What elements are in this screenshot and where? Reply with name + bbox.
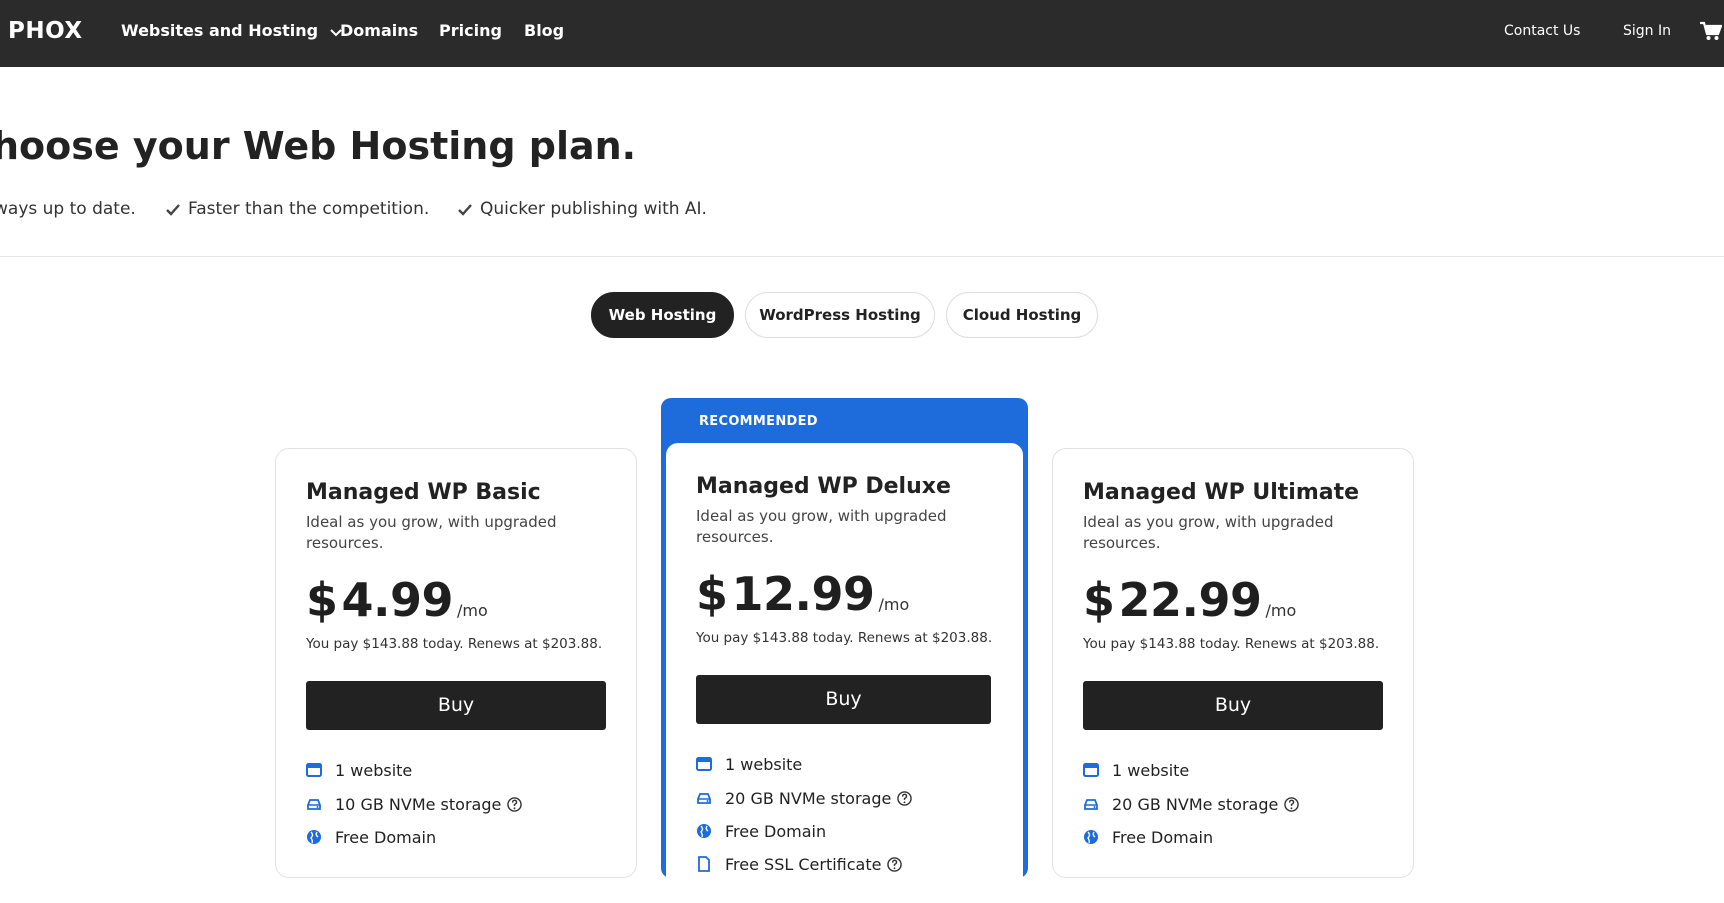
feature-item: 1 website xyxy=(696,755,803,774)
browser-window-icon xyxy=(696,756,712,776)
nav-item-label: Websites and Hosting xyxy=(121,21,319,40)
perk-text: Faster than the competition. xyxy=(188,199,430,219)
browser-window-icon xyxy=(306,762,322,782)
check-icon xyxy=(458,201,472,221)
feature-text: 20 GB NVMe storage xyxy=(725,789,892,808)
feature-item: 20 GB NVMe storage xyxy=(697,789,913,810)
billing-note: You pay $143.88 today. Renews at $203.88… xyxy=(696,630,993,646)
hard-drive-icon xyxy=(306,796,322,816)
feature-item: Free SSL Certificate xyxy=(698,855,903,876)
price-amount: 4.99 xyxy=(341,573,454,627)
perk-item: ways up to date. xyxy=(0,199,136,219)
perk-text: ways up to date. xyxy=(0,199,136,219)
nav-item-pricing[interactable]: Pricing xyxy=(439,21,502,40)
contact-us-link[interactable]: Contact Us xyxy=(1504,23,1580,39)
cart-icon[interactable] xyxy=(1700,21,1723,45)
recommended-plan-frame: RECOMMENDED Managed WP Deluxe Ideal as y… xyxy=(661,398,1028,903)
plan-card-deluxe: Managed WP Deluxe Ideal as you grow, wit… xyxy=(666,443,1023,903)
buy-button[interactable]: Buy xyxy=(1083,681,1383,730)
tab-wordpress-hosting[interactable]: WordPress Hosting xyxy=(745,292,935,338)
plan-name: Managed WP Deluxe xyxy=(696,474,951,499)
feature-text: Free Domain xyxy=(335,828,437,847)
sign-in-link[interactable]: Sign In xyxy=(1623,23,1671,39)
buy-button[interactable]: Buy xyxy=(696,675,991,724)
price-amount: 22.99 xyxy=(1118,573,1263,627)
plan-card-ultimate: Managed WP Ultimate Ideal as you grow, w… xyxy=(1052,448,1414,878)
plan-name: Managed WP Ultimate xyxy=(1083,480,1360,505)
plan-price: $22.99/mo xyxy=(1083,573,1296,627)
plan-card-basic: Managed WP Basic Ideal as you grow, with… xyxy=(275,448,637,878)
price-amount: 12.99 xyxy=(731,567,876,621)
hard-drive-icon xyxy=(1083,796,1099,816)
feature-item: Free Domain xyxy=(697,822,827,841)
globe-icon xyxy=(1083,829,1099,849)
globe-icon xyxy=(696,823,712,843)
feature-text: 1 website xyxy=(335,761,413,780)
plan-price: $12.99/mo xyxy=(696,567,909,621)
plan-name: Managed WP Basic xyxy=(306,480,541,505)
question-circle-icon[interactable] xyxy=(1284,797,1300,816)
question-circle-icon[interactable] xyxy=(897,791,913,810)
nav-item-websites-and-hosting[interactable]: Websites and Hosting xyxy=(121,21,342,41)
globe-icon xyxy=(306,829,322,849)
recommended-badge: RECOMMENDED xyxy=(699,414,818,429)
question-circle-icon[interactable] xyxy=(507,797,523,816)
feature-item: 1 website xyxy=(306,761,413,780)
price-period: /mo xyxy=(1265,601,1297,620)
plan-description: Ideal as you grow, with upgraded resourc… xyxy=(1083,513,1334,552)
feature-text: 10 GB NVMe storage xyxy=(335,795,502,814)
section-divider xyxy=(0,256,1724,257)
perk-item: Faster than the competition. xyxy=(166,199,429,221)
feature-text: Free SSL Certificate xyxy=(725,855,882,874)
feature-item: 20 GB NVMe storage xyxy=(1084,795,1300,816)
perk-text: Quicker publishing with AI. xyxy=(480,199,707,219)
feature-text: Free Domain xyxy=(725,822,827,841)
price-currency: $ xyxy=(696,567,728,621)
plan-description: Ideal as you grow, with upgraded resourc… xyxy=(306,513,557,552)
price-period: /mo xyxy=(457,601,488,620)
feature-item: 10 GB NVMe storage xyxy=(307,795,523,816)
feature-text: 1 website xyxy=(725,755,803,774)
plan-description: Ideal as you grow, with upgraded resourc… xyxy=(696,507,947,546)
billing-note: You pay $143.88 today. Renews at $203.88… xyxy=(1083,636,1380,652)
feature-item: Free Domain xyxy=(307,828,437,847)
feature-text: 1 website xyxy=(1112,761,1190,780)
feature-item: 1 website xyxy=(1083,761,1190,780)
nav-item-blog[interactable]: Blog xyxy=(524,21,564,40)
price-period: /mo xyxy=(878,595,910,614)
top-navigation-bar: PHOX Websites and Hosting Domains Pricin… xyxy=(0,0,1724,67)
billing-note: You pay $143.88 today. Renews at $203.88… xyxy=(306,636,603,652)
feature-item: Free Domain xyxy=(1084,828,1214,847)
price-currency: $ xyxy=(306,573,338,627)
question-circle-icon[interactable] xyxy=(887,857,903,876)
perk-item: Quicker publishing with AI. xyxy=(458,199,707,221)
brand-logo[interactable]: PHOX xyxy=(8,18,83,44)
page-title: hoose your Web Hosting plan. xyxy=(0,124,637,168)
certificate-icon xyxy=(696,856,712,876)
browser-window-icon xyxy=(1083,762,1099,782)
price-currency: $ xyxy=(1083,573,1115,627)
check-icon xyxy=(166,201,180,221)
plan-price: $4.99/mo xyxy=(306,573,488,627)
nav-item-domains[interactable]: Domains xyxy=(340,21,418,40)
buy-button[interactable]: Buy xyxy=(306,681,606,730)
tab-web-hosting[interactable]: Web Hosting xyxy=(591,292,734,338)
feature-text: Free Domain xyxy=(1112,828,1214,847)
feature-text: 20 GB NVMe storage xyxy=(1112,795,1279,814)
hard-drive-icon xyxy=(696,790,712,810)
tab-cloud-hosting[interactable]: Cloud Hosting xyxy=(946,292,1098,338)
